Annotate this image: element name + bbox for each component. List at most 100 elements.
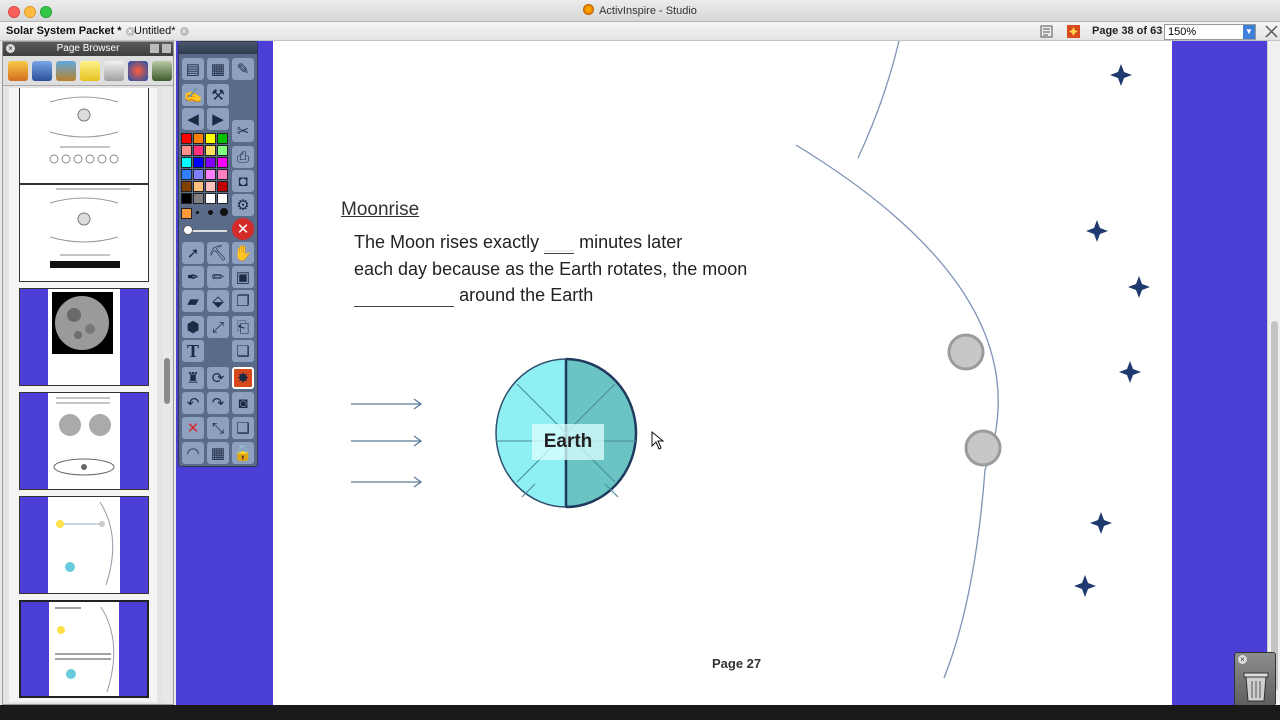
chevron-down-icon[interactable]: ▼	[1243, 25, 1255, 39]
scrollbar-thumb[interactable]	[1271, 321, 1278, 691]
spotlight-icon[interactable]: ◙	[232, 392, 254, 414]
pen-tool-icon[interactable]: ✒	[182, 266, 204, 288]
highlighter-tool-icon[interactable]: ✏	[207, 266, 229, 288]
cut-icon[interactable]: ✂	[232, 120, 254, 142]
pen-width-large[interactable]	[220, 208, 228, 216]
undo-icon[interactable]: ↶	[182, 392, 204, 414]
color-swatch-sky-blue[interactable]	[181, 169, 192, 180]
duplicate-icon[interactable]: ❑	[232, 417, 254, 439]
sentence-line-1[interactable]: The Moon rises exactly ___ minutes later	[354, 232, 682, 254]
tab-solar-system-packet[interactable]: Solar System Packet * ×	[6, 24, 135, 40]
lock-icon[interactable]: 🔒	[232, 442, 254, 464]
earth-label[interactable]: Earth	[532, 424, 604, 460]
protractor-icon[interactable]: ◠	[182, 442, 204, 464]
sentence-line-3[interactable]: __________ around the Earth	[354, 285, 593, 307]
delete-icon[interactable]: ✕	[182, 417, 204, 439]
color-swatch-rose[interactable]	[193, 145, 204, 156]
color-swatch-brown[interactable]	[181, 181, 192, 192]
main-menu-icon[interactable]: ▤	[182, 58, 204, 80]
object-browser-icon[interactable]	[56, 61, 76, 81]
page-browser-icon[interactable]	[8, 61, 28, 81]
pen-width-medium[interactable]	[208, 210, 213, 215]
switch-profile-icon[interactable]: ▦	[207, 58, 229, 80]
fit-page-icon[interactable]: ⤡	[207, 417, 229, 439]
notes-browser-icon[interactable]	[80, 61, 100, 81]
page-thumbnail[interactable]	[19, 88, 149, 184]
trash-can-widget[interactable]: ×	[1234, 652, 1276, 706]
dual-user-tool-icon[interactable]: ✸	[232, 367, 254, 389]
color-swatch-gray[interactable]	[193, 193, 204, 204]
page-thumbnail[interactable]	[19, 496, 149, 594]
color-swatch-green[interactable]	[217, 133, 228, 144]
color-swatch-cyan[interactable]	[181, 157, 192, 168]
color-swatch-white-2[interactable]	[217, 193, 228, 204]
color-swatch-lavender[interactable]	[193, 169, 204, 180]
color-swatch-dark-red[interactable]	[217, 181, 228, 192]
previous-page-icon[interactable]: ◀	[182, 108, 204, 130]
dual-user-icon[interactable]	[1067, 25, 1080, 38]
reset-close-icon[interactable]: ✕	[232, 218, 254, 240]
color-swatch-light-pink[interactable]	[217, 169, 228, 180]
magic-ink-icon[interactable]: ♜	[182, 367, 204, 389]
paste-icon[interactable]: ❏	[232, 340, 254, 362]
slider-handle[interactable]	[183, 225, 193, 235]
scrollbar-thumb[interactable]	[164, 358, 170, 404]
page-thumbnail[interactable]	[19, 392, 149, 490]
eraser-tool-icon[interactable]: ▰	[182, 290, 204, 312]
color-swatch-orange[interactable]	[193, 133, 204, 144]
color-swatch-black[interactable]	[181, 193, 192, 204]
camera-icon[interactable]: ◘	[232, 170, 254, 192]
close-trash-icon[interactable]: ×	[1238, 655, 1247, 664]
color-swatch-purple[interactable]	[205, 157, 216, 168]
marquee-tool-icon[interactable]: ⛏	[207, 242, 229, 264]
page-notes-icon[interactable]	[1040, 25, 1053, 38]
canvas-scrollbar[interactable]	[1267, 41, 1280, 705]
calculator-icon[interactable]: ▦	[207, 442, 229, 464]
color-swatch-red[interactable]	[181, 133, 192, 144]
color-swatch-white[interactable]	[205, 193, 216, 204]
insert-media-icon[interactable]: ⎗	[232, 316, 254, 338]
zoom-select[interactable]: 150% ▼	[1164, 24, 1256, 40]
blank-verb[interactable]: __________	[354, 285, 455, 307]
panel-menu-icon[interactable]	[162, 44, 171, 53]
next-page-icon[interactable]: ▶	[207, 108, 229, 130]
color-swatch-pink[interactable]	[181, 145, 192, 156]
reset-page-icon[interactable]: ⟳	[207, 367, 229, 389]
color-swatch-blue[interactable]	[193, 157, 204, 168]
color-swatch-light-green[interactable]	[217, 145, 228, 156]
pen-color-indicator[interactable]	[181, 208, 192, 219]
toolbox-header[interactable]	[179, 42, 257, 54]
page-thumbnail[interactable]	[19, 184, 149, 282]
page-browser-scrollbar[interactable]	[163, 88, 171, 702]
print-icon[interactable]: ⎙	[232, 146, 254, 168]
tools-icon[interactable]: ⚙	[232, 194, 254, 216]
close-panel-icon[interactable]: ×	[6, 44, 15, 53]
hand-tool-icon[interactable]: ✋	[232, 242, 254, 264]
connector-tool-icon[interactable]: ⤢	[207, 316, 229, 338]
color-swatch-peach[interactable]	[193, 181, 204, 192]
sentence-line-2[interactable]: each day because as the Earth rotates, t…	[354, 259, 747, 280]
close-tab-icon[interactable]: ×	[179, 27, 189, 36]
fill-tool-icon[interactable]: ⬙	[207, 290, 229, 312]
flipchart-canvas[interactable]	[176, 41, 1271, 705]
moonrise-heading[interactable]: Moonrise	[341, 199, 419, 221]
panel-pin-icon[interactable]	[150, 44, 159, 53]
clone-tool-icon[interactable]: ❐	[232, 290, 254, 312]
select-tool-icon[interactable]: ➚	[182, 242, 204, 264]
page-thumbnail[interactable]	[19, 288, 149, 386]
pen-width-small[interactable]	[196, 211, 199, 214]
color-swatch-magenta[interactable]	[217, 157, 228, 168]
desktop-tools-icon[interactable]: ⚒	[207, 84, 229, 106]
desktop-annotate-icon[interactable]: ✍	[182, 84, 204, 106]
resource-browser-icon[interactable]	[32, 61, 52, 81]
property-browser-icon[interactable]	[104, 61, 124, 81]
blank-minutes[interactable]: ___	[544, 232, 575, 254]
color-swatch-yellow[interactable]	[205, 133, 216, 144]
tab-untitled[interactable]: Untitled* ×	[134, 24, 189, 40]
page-thumbnails[interactable]	[9, 88, 157, 702]
redo-icon[interactable]: ↷	[207, 392, 229, 414]
page-thumbnail-current[interactable]	[19, 600, 149, 698]
color-swatch-light-magenta[interactable]	[205, 169, 216, 180]
design-mode-icon[interactable]: ✎	[232, 58, 254, 80]
color-swatch-light-yellow[interactable]	[205, 145, 216, 156]
